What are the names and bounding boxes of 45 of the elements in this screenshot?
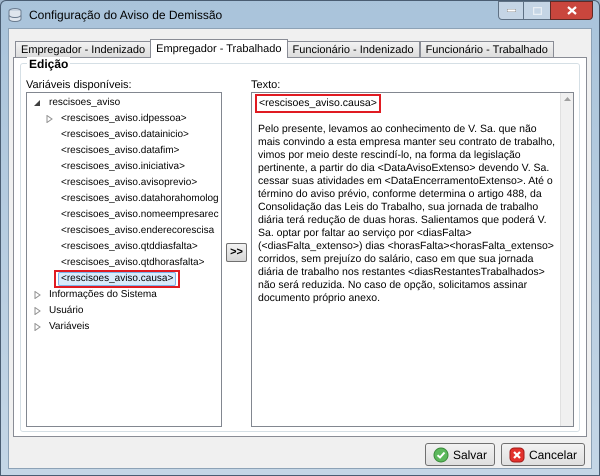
tree-item[interactable]: <rescisoes_aviso.datainicio> bbox=[58, 128, 192, 142]
expand-icon[interactable] bbox=[34, 323, 40, 331]
tab[interactable]: Funcionário - Indenizado bbox=[286, 41, 420, 57]
text-area[interactable] bbox=[251, 92, 574, 427]
insert-button[interactable]: >> bbox=[226, 243, 247, 262]
paragraph: Pelo presente, levamos ao conhecimento de V. Sa. que não mais convindo a esta empresa manter seu contrato de trabalho, vimos por meio deste rescindí-lo, na forma da legislação pertinente, a partir do dia <DataAvisoExtenso> devendo V. Sa. cessar suas atividades em <DataEncerramentoExtenso>. Até o término do aviso prévio, conforme determina o artigo 488, da Consolidação das Leis do Trabalho, sua jornada de trabalho diária terá redução de duas horas. Salientamos que poderá V. Sa. optar por faltar ao serviço por <diasFalta> (<diasFalta_extenso>) dias <horasFalta><horasFalta_extenso> corridos, sem prejuízo do salário, caso em que sua jornada diária de trabalho nos restantes <diasRestantesTrabalhados> não será reduzida. No caso de opção, solicitamos assinar documento próprio anexo. bbox=[257, 123, 556, 305]
cancel-button[interactable]: Cancelar bbox=[500, 443, 585, 466]
tree-item[interactable]: <rescisoes_aviso.qtddiasfalta> bbox=[58, 240, 201, 254]
close-icon bbox=[508, 446, 525, 462]
minimize-icon bbox=[506, 9, 516, 12]
tab[interactable]: Funcionário - Trabalhado bbox=[420, 41, 554, 57]
tree-item[interactable]: <rescisoes_aviso.causa> bbox=[58, 272, 176, 286]
scroll-up-icon bbox=[564, 97, 570, 101]
tab[interactable]: Empregador - Indenizado bbox=[15, 41, 152, 57]
tree-item[interactable]: Informações do Sistema bbox=[46, 288, 160, 302]
save-button[interactable]: Salvar bbox=[424, 443, 495, 466]
expand-icon[interactable] bbox=[46, 115, 52, 123]
tab[interactable]: Empregador - Trabalhado bbox=[150, 39, 288, 58]
expand-icon[interactable] bbox=[34, 307, 40, 315]
tree-item[interactable]: Usuário bbox=[46, 304, 86, 318]
tree-item[interactable]: <rescisoes_aviso.enderecorescisa bbox=[58, 224, 218, 238]
scrollbar[interactable] bbox=[560, 93, 573, 426]
text-label: Texto: bbox=[251, 78, 282, 92]
tree-item[interactable]: <rescisoes_aviso.avisoprevio> bbox=[58, 176, 200, 190]
maximize-icon bbox=[532, 6, 542, 14]
window-title: Configuração do Aviso de Demissão bbox=[29, 6, 222, 24]
tree-item[interactable]: <rescisoes_aviso.iniciativa> bbox=[58, 160, 188, 174]
app-icon bbox=[7, 6, 23, 22]
tree-item[interactable]: <rescisoes_aviso.idpessoa> bbox=[58, 112, 190, 126]
close-button[interactable] bbox=[550, 1, 593, 20]
check-icon bbox=[432, 446, 449, 462]
minimize-button[interactable] bbox=[498, 1, 524, 20]
maximize-button[interactable] bbox=[524, 1, 550, 20]
tree-item[interactable]: <rescisoes_aviso.nomeempresarec bbox=[58, 208, 221, 222]
tree-item[interactable]: <rescisoes_aviso.qtdhorasfalta> bbox=[58, 256, 208, 270]
close-icon bbox=[566, 6, 576, 15]
expand-icon[interactable] bbox=[34, 291, 40, 299]
tree-item[interactable]: <rescisoes_aviso.datahorahomolog bbox=[58, 192, 221, 206]
tree-item[interactable]: <rescisoes_aviso.datafim> bbox=[58, 144, 182, 158]
highlighted-text: <rescisoes_aviso.causa> bbox=[255, 94, 381, 113]
variables-label: Variáveis disponíveis: bbox=[26, 78, 133, 92]
group-title: Edição bbox=[27, 57, 70, 71]
collapse-icon[interactable] bbox=[34, 99, 40, 107]
tree-item[interactable]: rescisoes_aviso bbox=[46, 96, 124, 110]
tree-item[interactable]: Variáveis bbox=[46, 320, 92, 334]
